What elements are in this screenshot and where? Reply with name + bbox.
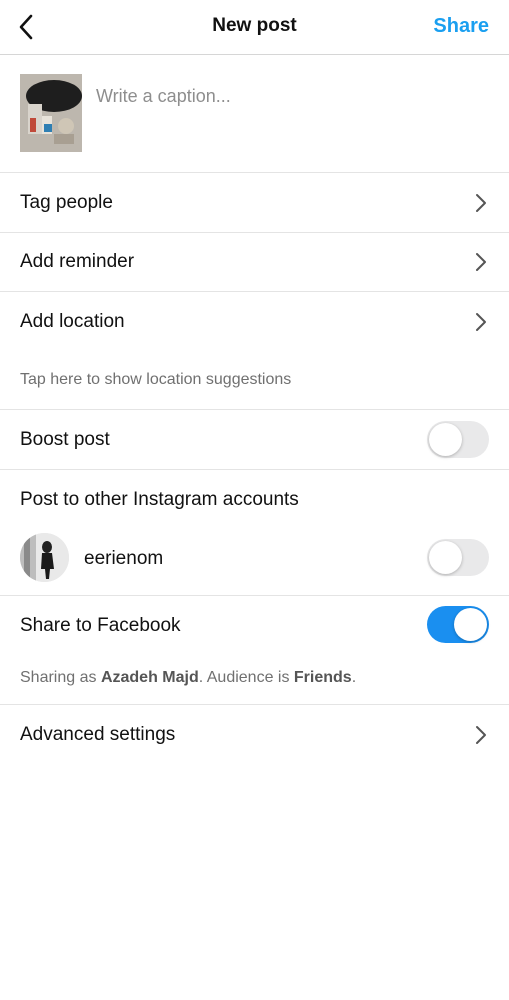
share-button[interactable]: Share bbox=[433, 15, 489, 38]
add-location-row[interactable]: Add location bbox=[0, 292, 509, 352]
share-to-facebook-toggle[interactable] bbox=[427, 606, 489, 643]
add-location-label: Add location bbox=[20, 311, 125, 332]
location-suggestions-hint[interactable]: Tap here to show location suggestions bbox=[20, 371, 291, 389]
boost-post-row: Boost post bbox=[0, 410, 509, 470]
chevron-right-icon bbox=[476, 726, 486, 744]
boost-post-toggle[interactable] bbox=[427, 421, 489, 458]
avatar bbox=[20, 533, 69, 582]
chevron-right-icon bbox=[476, 313, 486, 331]
share-to-facebook-label: Share to Facebook bbox=[20, 615, 181, 636]
facebook-sharing-info: Sharing as Azadeh Majd. Audience is Frie… bbox=[20, 669, 356, 687]
advanced-settings-label: Advanced settings bbox=[20, 724, 176, 745]
account-share-toggle[interactable] bbox=[427, 539, 489, 576]
tag-people-row[interactable]: Tag people bbox=[0, 173, 509, 233]
top-bar: New post Share bbox=[0, 0, 509, 55]
chevron-right-icon bbox=[476, 194, 486, 212]
facebook-audience: Friends bbox=[293, 669, 352, 686]
facebook-user-name: Azadeh Majd bbox=[100, 669, 199, 686]
chevron-right-icon bbox=[476, 253, 486, 271]
caption-section bbox=[0, 55, 509, 173]
caption-input[interactable] bbox=[96, 81, 486, 111]
advanced-settings-row[interactable]: Advanced settings bbox=[0, 705, 509, 765]
other-accounts-heading: Post to other Instagram accounts bbox=[20, 489, 299, 510]
account-username: eerienom bbox=[84, 548, 164, 569]
add-reminder-label: Add reminder bbox=[20, 251, 135, 272]
share-to-facebook-row: Share to Facebook bbox=[0, 596, 509, 656]
tag-people-label: Tag people bbox=[20, 192, 113, 213]
post-thumbnail bbox=[20, 74, 82, 152]
toggle-knob bbox=[429, 423, 462, 456]
add-reminder-row[interactable]: Add reminder bbox=[0, 232, 509, 292]
audience-prefix-text: . Audience is bbox=[198, 669, 294, 686]
boost-post-label: Boost post bbox=[20, 429, 110, 450]
sentence-end: . bbox=[351, 669, 357, 686]
toggle-knob bbox=[454, 608, 487, 641]
toggle-knob bbox=[429, 541, 462, 574]
sharing-prefix-text: Sharing as bbox=[20, 669, 101, 686]
